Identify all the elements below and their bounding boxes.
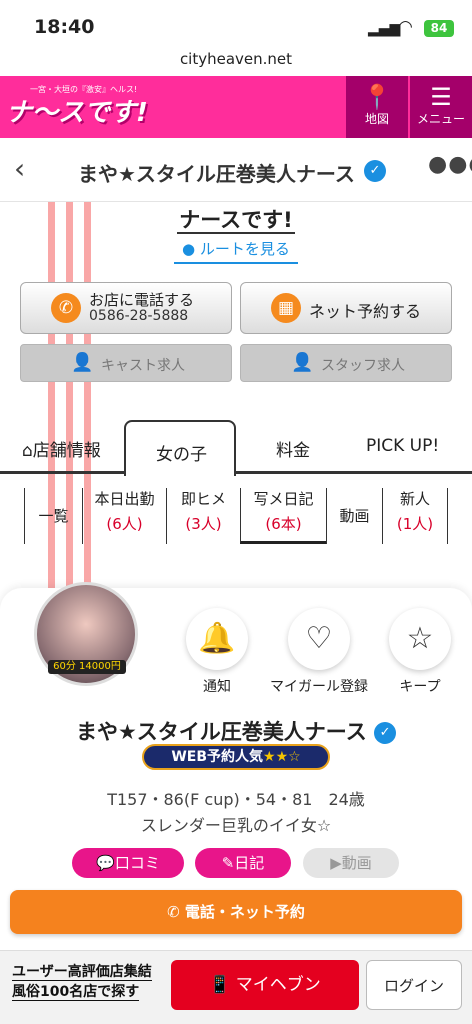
rating-stars: ★★☆ (263, 749, 301, 765)
url-bar[interactable]: cityheaven.net (0, 50, 472, 68)
heart-icon: ♡ (305, 621, 333, 656)
login-button[interactable]: ログイン (366, 960, 462, 1010)
cast-recruit-button[interactable]: 👤 キャスト求人 (20, 344, 232, 382)
phone-app-icon: 📱 (209, 975, 231, 995)
myheaven-button[interactable]: 📱 マイヘブン (171, 960, 359, 1010)
wifi-icon: ◠ (398, 17, 413, 37)
person-icon: 👤 (291, 352, 314, 373)
map-pin-icon: 📍 (362, 83, 392, 111)
keep-label: キープ (399, 679, 441, 695)
web-reserve-badge: WEB予約人気★★☆ (142, 744, 330, 770)
tab-price[interactable]: 料金 (276, 436, 310, 461)
avatar-price-label: 60分 14000円 (48, 660, 126, 674)
subtab-diary[interactable]: 写メ日記 (6本) (240, 488, 326, 544)
tab-girls[interactable]: 女の子 (156, 440, 207, 465)
map-pin-icon: ● (182, 240, 196, 258)
battery-level: 84 (424, 20, 454, 37)
subtab-today[interactable]: 本日出勤 (6人) (82, 488, 166, 544)
keep-button[interactable]: ☆ (389, 608, 451, 670)
bell-icon: 🔔 (198, 621, 236, 656)
route-label: ルートを見る (199, 240, 290, 258)
cast-catchphrase: スレンダー巨乳のイイ女☆ (140, 816, 332, 835)
notify-button[interactable]: 🔔 (186, 608, 248, 670)
map-button[interactable]: 📍 地図 (346, 76, 408, 138)
status-time: 18:40 (34, 16, 95, 38)
speech-bubble-icon: 💬 (96, 854, 115, 872)
review-button[interactable]: 💬口コミ (72, 848, 184, 878)
verified-check-icon: ✓ (374, 722, 397, 744)
video-button[interactable]: ▶動画 (303, 848, 399, 878)
subtab-list[interactable]: 一覧 (24, 488, 82, 544)
page-title: まや★スタイル圧巻美人ナース (78, 162, 355, 186)
diary-button[interactable]: ✎日記 (195, 848, 291, 878)
signal-icon: ▂▄▆ (368, 21, 401, 37)
video-camera-icon: ▶ (330, 854, 342, 872)
call-shop-button[interactable]: ✆ お店に電話する 0586-28-5888 (20, 282, 232, 334)
edit-icon: ✎ (221, 854, 235, 872)
person-icon: 👤 (71, 352, 94, 373)
call-label: お店に電話する (89, 291, 195, 309)
cast-name: まや★スタイル圧巻美人ナース ✓ (0, 716, 472, 746)
reserve-label: ネット予約する (309, 302, 422, 321)
tab-pickup[interactable]: PICK UP! (366, 436, 439, 456)
net-reserve-button[interactable]: ▦ ネット予約する (240, 282, 452, 334)
subtab-video[interactable]: 動画 (326, 488, 382, 544)
phone-number: 0586-28-5888 (89, 308, 189, 324)
calendar-icon: ▦ (271, 293, 301, 323)
verified-check-icon: ✓ (364, 160, 386, 182)
site-logo[interactable]: ナ〜スです! (6, 92, 148, 129)
phone-icon: ✆ (51, 293, 81, 323)
shop-name: ナースです! (177, 208, 295, 234)
more-options-icon[interactable]: ●●● (428, 152, 472, 177)
phone-icon: ✆ (167, 903, 180, 921)
route-link[interactable]: ● ルートを見る (174, 238, 298, 264)
tab-shop-info[interactable]: ⌂店舗情報 (22, 436, 101, 461)
hamburger-icon: ☰ (430, 83, 452, 111)
subtab-instant[interactable]: 即ヒメ (3人) (166, 488, 240, 544)
back-arrow-icon[interactable]: ‹ (14, 152, 25, 185)
home-icon: ⌂ (22, 441, 33, 461)
cast-stats: T157・86(F cup)・54・81 24歳 (107, 790, 365, 809)
promo-link[interactable]: ユーザー高評価店集結 風俗100名店で探す (12, 962, 152, 1002)
staff-recruit-label: スタッフ求人 (321, 358, 405, 374)
menu-button[interactable]: ☰ メニュー (410, 76, 472, 138)
mygirl-label: マイガール登録 (270, 679, 368, 695)
mygirl-button[interactable]: ♡ (288, 608, 350, 670)
notify-label: 通知 (203, 679, 231, 695)
staff-recruit-button[interactable]: 👤 スタッフ求人 (240, 344, 452, 382)
call-reserve-cta[interactable]: ✆ 電話・ネット予約 (10, 890, 462, 934)
subtab-new[interactable]: 新人 (1人) (382, 488, 448, 544)
star-icon: ☆ (406, 621, 434, 656)
cast-recruit-label: キャスト求人 (101, 358, 185, 374)
map-label: 地図 (364, 112, 389, 126)
menu-label: メニュー (416, 112, 465, 126)
